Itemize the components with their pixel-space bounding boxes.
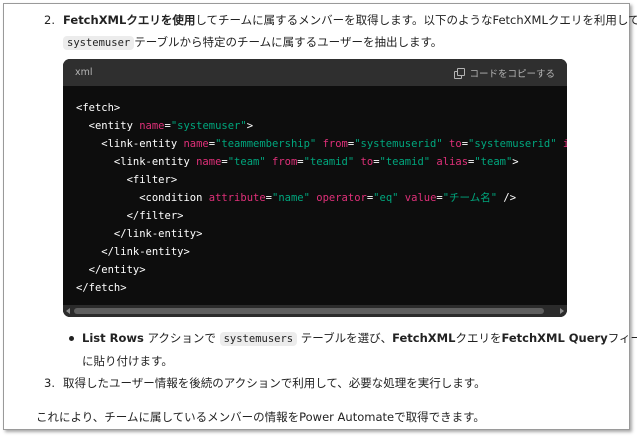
code-attribute-name: to <box>449 138 462 150</box>
code-attribute-value: "eq" <box>373 192 399 204</box>
scrollbar-thumb[interactable] <box>74 308 544 314</box>
copy-code-label: コードをコピーする <box>469 68 555 80</box>
bullet-text-1: アクションで <box>143 331 220 345</box>
code-attribute-name: name <box>139 120 165 132</box>
code-line: </filter> <box>76 207 567 225</box>
code-attribute-value: "systemuserid" <box>354 138 443 150</box>
inline-code-systemusers: systemusers <box>219 332 298 346</box>
code-attribute-value: "systemuserid" <box>468 138 557 150</box>
summary-text: これにより、チームに属しているメンバーの情報をPower Automateで取得… <box>36 410 485 424</box>
code-line: </link-entity> <box>76 225 567 243</box>
code-attribute-value: "team" <box>474 156 513 168</box>
code-line: <filter> <box>76 171 567 189</box>
horizontal-scrollbar[interactable] <box>63 305 567 317</box>
screenshot-frame: 2. FetchXMLクエリを使用してチームに属するメンバーを取得します。以下の… <box>3 3 637 430</box>
code-attribute-name: operator <box>316 192 367 204</box>
code-tag: <condition <box>76 192 209 204</box>
code-tag-end: intersect <box>562 138 567 150</box>
bullet-bold-2: FetchXML <box>392 331 456 345</box>
bullet-item: List Rows アクションで systemusers テーブルを選び、Fet… <box>82 329 637 370</box>
code-tag-end: /> <box>497 192 517 204</box>
copy-icon <box>454 67 466 79</box>
code-attribute-name: to <box>360 156 374 168</box>
code-line: <fetch> <box>76 99 567 117</box>
code-attribute-name: name <box>196 156 222 168</box>
bullet-line-2: に貼り付けます。 <box>82 354 173 368</box>
code-line: <condition attribute="name" operator="eq… <box>76 192 517 204</box>
code-attribute-name: value <box>404 192 437 204</box>
code-attribute-value: "teammembership" <box>215 138 317 150</box>
code-block: xml コードをコピーする <fetch> <entity name="syst… <box>63 59 567 317</box>
bullet-bold-3: FetchXML Query <box>501 331 608 345</box>
scroll-left-arrow-icon[interactable] <box>66 308 70 314</box>
bullet-bold-1: List Rows <box>82 331 144 345</box>
code-attribute-name: from <box>322 138 348 150</box>
step-2-text: してチームに属するメンバーを取得します。以下のようなFetchXMLクエリを利用… <box>195 13 637 27</box>
code-attribute-name: attribute <box>208 192 266 204</box>
code-tag: </entity> <box>76 264 146 276</box>
bullet-text-2: テーブルを選び、 <box>297 331 393 345</box>
code-attribute-value: "チーム名" <box>442 192 498 204</box>
code-tag-end: > <box>512 156 519 168</box>
step-2-number: 2. <box>44 13 55 27</box>
code-line: <link-entity name="team" from="teamid" t… <box>76 156 519 168</box>
code-language-label: xml <box>75 67 93 78</box>
step-3-text: 取得したユーザー情報を後続のアクションで利用して、必要な処理を実行します。 <box>63 376 486 390</box>
code-line: <entity name="systemuser"> <box>76 120 254 132</box>
code-tag: </fetch> <box>76 282 127 294</box>
code-line: <link-entity name="teammembership" from=… <box>76 135 567 153</box>
code-tag: <fetch> <box>76 102 121 114</box>
code-tag: </link-entity> <box>76 246 190 258</box>
code-attribute-value: "teamid" <box>303 156 355 168</box>
code-tag: <link-entity <box>76 138 184 150</box>
code-content[interactable]: <fetch> <entity name="systemuser"> <link… <box>63 86 567 294</box>
code-attribute-name: from <box>272 156 298 168</box>
step-2-bold: FetchXMLクエリを使用 <box>63 13 196 27</box>
bullet-text-3: クエリを <box>455 331 502 345</box>
bullet-dot <box>69 336 74 341</box>
code-attribute-name: alias <box>436 156 469 168</box>
code-tag: <filter> <box>76 174 178 186</box>
code-tag-end: > <box>246 120 254 132</box>
code-tag: <entity <box>76 120 140 132</box>
code-attribute-value: "name" <box>272 192 310 204</box>
step-2-text-2: テーブルから特定のチームに属するユーザーを抽出します。 <box>134 35 443 49</box>
step-3-number: 3. <box>44 376 55 390</box>
code-line: </entity> <box>76 261 567 279</box>
code-line: </link-entity> <box>76 243 567 261</box>
code-attribute-value: "systemuser" <box>170 120 247 132</box>
code-attribute-value: "team" <box>227 156 266 168</box>
code-block-header: xml コードをコピーする <box>63 59 567 86</box>
scroll-right-arrow-icon[interactable] <box>560 308 564 314</box>
code-tag: <link-entity <box>76 156 197 168</box>
code-tag: </filter> <box>76 210 184 222</box>
code-line: </fetch> <box>76 279 567 294</box>
inline-code-systemuser: systemuser <box>63 36 135 50</box>
code-attribute-name: name <box>183 138 209 150</box>
bullet-text-4: フィールド <box>607 331 637 345</box>
code-tag: </link-entity> <box>76 228 203 240</box>
code-attribute-value: "teamid" <box>379 156 431 168</box>
copy-code-button[interactable]: コードをコピーする <box>454 66 555 80</box>
